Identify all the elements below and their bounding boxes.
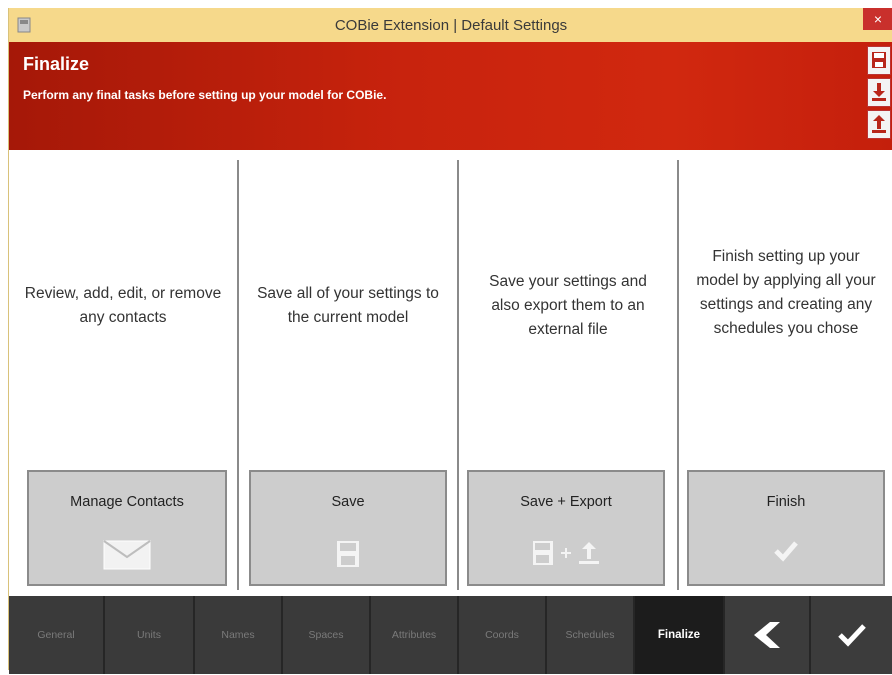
wizard-nav: General Units Names Spaces Attributes Co… bbox=[9, 596, 892, 674]
app-window: COBie Extension | Default Settings × Fin… bbox=[8, 8, 892, 674]
panel-contacts: Review, add, edit, or remove any contact… bbox=[9, 150, 237, 592]
confirm-button[interactable] bbox=[811, 596, 892, 674]
panel-save: Save all of your settings to the current… bbox=[239, 150, 457, 592]
back-button[interactable] bbox=[725, 596, 811, 674]
envelope-icon bbox=[103, 540, 151, 570]
panel-description: Save all of your settings to the current… bbox=[257, 285, 439, 326]
title-bar: COBie Extension | Default Settings × bbox=[9, 8, 892, 42]
actions-area: Review, add, edit, or remove any contact… bbox=[9, 150, 892, 592]
tab-general[interactable]: General bbox=[9, 596, 105, 674]
save-icon[interactable] bbox=[867, 46, 891, 75]
panel-description: Finish setting up your model by applying… bbox=[696, 248, 876, 337]
panel-finish: Finish setting up your model by applying… bbox=[679, 150, 892, 592]
tab-coords[interactable]: Coords bbox=[459, 596, 547, 674]
checkmark-icon bbox=[774, 541, 798, 562]
tab-spaces[interactable]: Spaces bbox=[283, 596, 371, 674]
button-label: Finish bbox=[766, 494, 806, 510]
button-label: Save + Export bbox=[520, 494, 612, 510]
tab-attributes[interactable]: Attributes bbox=[371, 596, 459, 674]
tab-units[interactable]: Units bbox=[105, 596, 195, 674]
window-title: COBie Extension | Default Settings bbox=[334, 17, 568, 34]
tab-finalize[interactable]: Finalize bbox=[635, 596, 725, 674]
page-header: Finalize Perform any final tasks before … bbox=[9, 42, 892, 150]
header-toolbar bbox=[867, 46, 891, 142]
checkmark-icon bbox=[838, 624, 866, 647]
button-label: Save bbox=[331, 494, 365, 510]
page-subtitle: Perform any final tasks before setting u… bbox=[23, 88, 387, 102]
button-label: Manage Contacts bbox=[70, 494, 184, 510]
floppy-plus-export-icon bbox=[469, 540, 663, 566]
floppy-icon bbox=[337, 541, 359, 567]
page-title: Finalize bbox=[23, 54, 90, 74]
manage-contacts-button[interactable]: Manage Contacts bbox=[27, 470, 227, 586]
back-chevron-icon bbox=[754, 622, 780, 648]
panel-description: Review, add, edit, or remove any contact… bbox=[24, 285, 222, 326]
tab-schedules[interactable]: Schedules bbox=[547, 596, 635, 674]
tab-names[interactable]: Names bbox=[195, 596, 283, 674]
finish-button[interactable]: Finish bbox=[687, 470, 885, 586]
close-button[interactable]: × bbox=[863, 8, 892, 30]
panel-description: Save your settings and also export them … bbox=[489, 273, 647, 338]
save-export-button[interactable]: Save + Export bbox=[467, 470, 665, 586]
upload-icon[interactable] bbox=[867, 110, 891, 139]
panel-save-export: Save your settings and also export them … bbox=[459, 150, 677, 592]
download-icon[interactable] bbox=[867, 78, 891, 107]
save-button[interactable]: Save bbox=[249, 470, 447, 586]
